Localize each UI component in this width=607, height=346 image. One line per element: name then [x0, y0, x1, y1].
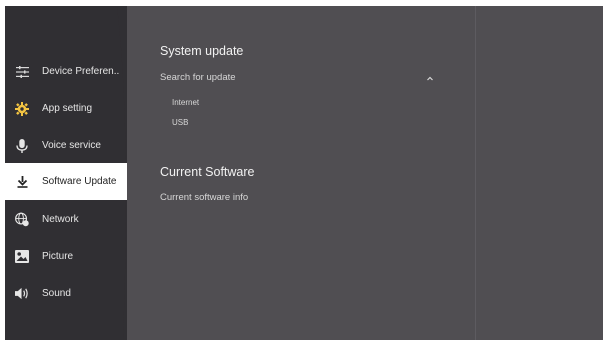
- download-icon: [15, 175, 29, 189]
- sidebar-item-label: Software Update: [42, 176, 117, 187]
- speaker-icon: [15, 287, 29, 301]
- settings-content: System update Search for update Internet…: [160, 6, 480, 340]
- search-for-update-row[interactable]: Search for update: [160, 72, 236, 83]
- sidebar-item-label: Picture: [42, 251, 74, 262]
- sliders-icon: [15, 65, 29, 79]
- chevron-up-icon[interactable]: [425, 74, 435, 84]
- update-option-usb[interactable]: USB: [172, 118, 188, 127]
- sidebar-item-device-preferences[interactable]: Device Preferen..: [5, 53, 127, 90]
- gear-icon: [15, 101, 29, 116]
- sidebar-item-picture[interactable]: Picture: [5, 238, 127, 275]
- current-software-info-row[interactable]: Current software info: [160, 192, 248, 203]
- sidebar-item-sound[interactable]: Sound: [5, 275, 127, 312]
- microphone-icon: [15, 138, 29, 153]
- current-software-title: Current Software: [160, 165, 255, 179]
- system-update-title: System update: [160, 44, 244, 58]
- globe-icon: [15, 212, 29, 227]
- update-option-internet[interactable]: Internet: [172, 98, 199, 107]
- sidebar-item-label: Voice service: [42, 140, 101, 151]
- sidebar-item-label: Device Preferen..: [42, 66, 120, 77]
- sidebar-item-label: App setting: [42, 103, 93, 114]
- sidebar-item-label: Network: [42, 214, 79, 225]
- sidebar-item-app-setting[interactable]: App setting: [5, 90, 127, 127]
- sidebar-item-software-update[interactable]: Software Update: [5, 163, 127, 200]
- right-panel-divider: [475, 6, 476, 340]
- sidebar-item-label: Sound: [42, 288, 71, 299]
- settings-screen: Device Preferen.. App setting Voice serv…: [5, 6, 603, 340]
- picture-icon: [15, 250, 29, 264]
- sidebar-item-voice-service[interactable]: Voice service: [5, 127, 127, 164]
- sidebar-item-network[interactable]: Network: [5, 201, 127, 238]
